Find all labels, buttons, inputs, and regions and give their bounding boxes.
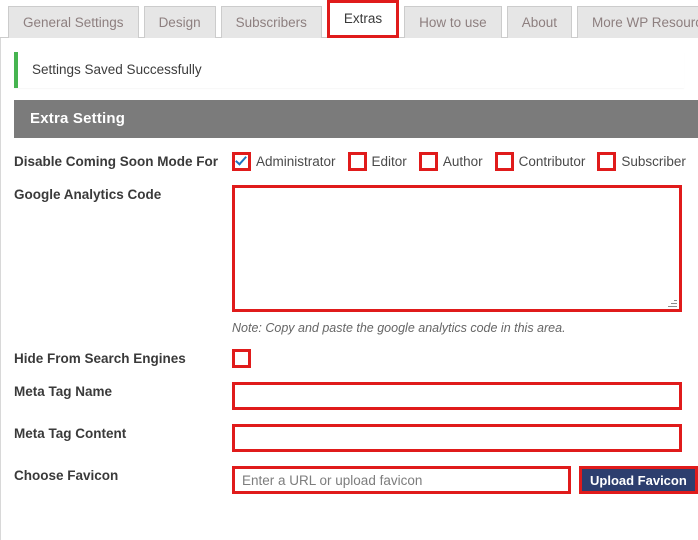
google-analytics-textarea[interactable] bbox=[232, 185, 682, 312]
checkbox-subscriber[interactable] bbox=[597, 152, 617, 171]
checkbox-administrator[interactable] bbox=[232, 152, 251, 171]
checkbox-item-editor[interactable]: Editor bbox=[347, 152, 407, 171]
page-content: Settings Saved Successfully Extra Settin… bbox=[0, 38, 698, 494]
settings-saved-notice: Settings Saved Successfully bbox=[14, 52, 684, 88]
meta-tag-name-input[interactable] bbox=[232, 382, 682, 410]
row-meta-tag-content: Meta Tag Content bbox=[14, 424, 698, 452]
label-meta-tag-name: Meta Tag Name bbox=[14, 384, 113, 399]
tab-extras[interactable]: Extras bbox=[326, 0, 400, 38]
meta-tag-content-input[interactable] bbox=[232, 424, 682, 452]
checkbox-item-author[interactable]: Author bbox=[418, 152, 483, 171]
field-meta-tag-content bbox=[232, 424, 698, 452]
upload-favicon-button[interactable]: Upload Favicon bbox=[579, 466, 698, 494]
field-disable-coming-soon: Administrator Editor Author Contributor bbox=[232, 152, 698, 171]
label-disable-coming-soon: Disable Coming Soon Mode For bbox=[14, 154, 219, 169]
checkbox-contributor[interactable] bbox=[494, 152, 514, 171]
label-choose-favicon: Choose Favicon bbox=[14, 468, 119, 483]
favicon-url-input[interactable] bbox=[232, 466, 571, 494]
field-google-analytics: Note: Copy and paste the google analytic… bbox=[232, 185, 698, 335]
section-title-extra-setting: Extra Setting bbox=[14, 100, 698, 138]
checkbox-item-contributor[interactable]: Contributor bbox=[494, 152, 586, 171]
tab-general-settings[interactable]: General Settings bbox=[8, 6, 139, 38]
page-left-rule bbox=[0, 38, 1, 540]
tab-subscribers[interactable]: Subscribers bbox=[220, 6, 322, 38]
label-meta-tag-content: Meta Tag Content bbox=[14, 426, 127, 441]
field-choose-favicon: Upload Favicon bbox=[232, 466, 698, 494]
checkbox-label-subscriber: Subscriber bbox=[621, 154, 686, 169]
checkbox-label-editor: Editor bbox=[371, 154, 407, 169]
checkbox-hide-from-search[interactable] bbox=[232, 349, 251, 368]
label-hide-from-search: Hide From Search Engines bbox=[14, 351, 186, 366]
row-meta-tag-name: Meta Tag Name bbox=[14, 382, 698, 410]
extra-setting-form: Disable Coming Soon Mode For Administrat… bbox=[0, 138, 698, 494]
google-analytics-textarea-wrap bbox=[232, 185, 682, 312]
tab-how-to-use[interactable]: How to use bbox=[404, 6, 502, 38]
checkbox-label-author: Author bbox=[442, 154, 483, 169]
tab-about[interactable]: About bbox=[506, 6, 572, 38]
favicon-control-group: Upload Favicon bbox=[232, 466, 698, 494]
field-hide-from-search bbox=[232, 349, 698, 368]
checkbox-author[interactable] bbox=[418, 152, 438, 171]
row-hide-from-search: Hide From Search Engines bbox=[14, 349, 698, 368]
checkbox-item-hide-from-search[interactable] bbox=[232, 349, 693, 368]
row-disable-coming-soon: Disable Coming Soon Mode For Administrat… bbox=[14, 152, 698, 171]
checkbox-label-administrator: Administrator bbox=[256, 154, 336, 169]
checkbox-label-contributor: Contributor bbox=[518, 154, 586, 169]
google-analytics-note: Note: Copy and paste the google analytic… bbox=[232, 321, 566, 335]
notice-container: Settings Saved Successfully bbox=[0, 38, 698, 98]
field-meta-tag-name bbox=[232, 382, 698, 410]
checkbox-item-subscriber[interactable]: Subscriber bbox=[597, 152, 686, 171]
role-checkbox-group: Administrator Editor Author Contributor bbox=[232, 152, 698, 171]
row-choose-favicon: Choose Favicon Upload Favicon bbox=[14, 466, 698, 494]
label-google-analytics: Google Analytics Code bbox=[14, 187, 162, 202]
tab-bar: General Settings Design Subscribers Extr… bbox=[0, 0, 698, 38]
tab-design[interactable]: Design bbox=[143, 6, 216, 38]
tab-more-wp-resources[interactable]: More WP Resources bbox=[576, 6, 698, 38]
checkbox-editor[interactable] bbox=[347, 152, 367, 171]
row-google-analytics: Google Analytics Code Note: Copy and pas… bbox=[14, 185, 698, 335]
checkbox-item-administrator[interactable]: Administrator bbox=[232, 152, 336, 171]
